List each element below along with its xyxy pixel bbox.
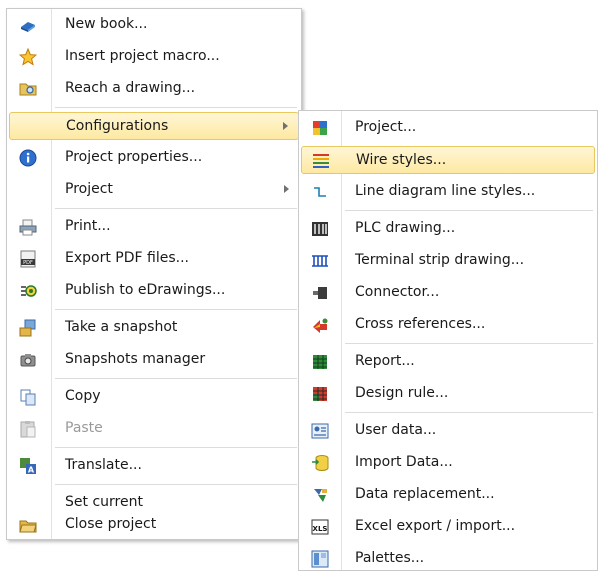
submenu-item-plc-drawing[interactable]: PLC drawing... [301,215,595,243]
menu-item-insert-project-macro[interactable]: Insert project macro... [9,43,299,71]
menu-item-paste[interactable]: Paste [9,415,299,443]
menu-item-take-snapshot[interactable]: Take a snapshot [9,314,299,342]
blue-book-icon [19,16,37,34]
menu-item-close-project[interactable]: Close project [9,511,299,539]
close-project-icon [19,516,37,534]
submenu-item-project[interactable]: Project... [301,114,595,142]
svg-text:A: A [28,466,35,475]
menu-item-project-properties[interactable]: Project properties... [9,144,299,172]
palettes-icon [311,550,329,568]
info-icon [19,149,37,167]
terminal-strip-icon [311,252,329,270]
menu-separator [55,309,297,310]
copy-icon [19,388,37,406]
paste-icon [19,420,37,438]
pdf-icon: PDF [19,250,37,268]
translate-icon: A [19,457,37,475]
submenu-item-connector[interactable]: Connector... [301,279,595,307]
user-data-icon [311,422,329,440]
edrawings-icon [19,282,37,300]
menu-item-new-book[interactable]: New book... [9,11,299,39]
menu-separator [55,208,297,209]
report-table-icon [311,353,329,371]
star-icon [18,47,38,66]
svg-text:XLS: XLS [313,525,328,533]
submenu-item-data-replacement[interactable]: Data replacement... [301,481,595,509]
menu-separator [345,210,593,211]
excel-icon: XLS [311,518,329,536]
data-replacement-icon [311,486,329,504]
cross-references-icon [311,316,329,334]
menu-separator [55,107,297,108]
menu-separator [55,378,297,379]
menu-separator [345,412,593,413]
menu-item-project[interactable]: Project [9,176,299,204]
menu-item-configurations[interactable]: Configurations [9,112,299,140]
menu-separator [55,447,297,448]
camera-icon [19,351,37,369]
design-rule-icon [311,385,329,403]
menu-separator [345,343,593,344]
menu-separator [55,484,297,485]
svg-text:PDF: PDF [23,260,33,266]
project-cube-icon [311,119,329,137]
submenu-item-terminal-strip-drawing[interactable]: Terminal strip drawing... [301,247,595,275]
submenu-item-excel-export-import[interactable]: XLS Excel export / import... [301,513,595,541]
connector-icon [311,284,329,302]
submenu-arrow-icon [284,185,289,193]
submenu-item-user-data[interactable]: User data... [301,417,595,445]
context-menu: New book... Insert project macro... Reac… [6,8,302,540]
menu-item-print[interactable]: Print... [9,213,299,241]
submenu-item-palettes[interactable]: Palettes... [301,545,595,573]
menu-item-translate[interactable]: A Translate... [9,452,299,480]
snapshot-icon [19,319,37,337]
submenu-item-cross-references[interactable]: Cross references... [301,311,595,339]
import-data-icon [311,454,329,472]
plc-icon [311,220,329,238]
menu-item-reach-drawing[interactable]: Reach a drawing... [9,75,299,103]
submenu-item-wire-styles[interactable]: Wire styles... [301,146,595,174]
submenu-item-line-diagram-line-styles[interactable]: Line diagram line styles... [301,178,595,206]
menu-item-publish-edrawings[interactable]: Publish to eDrawings... [9,277,299,305]
wire-styles-icon [312,152,330,170]
menu-item-copy[interactable]: Copy [9,383,299,411]
menu-item-snapshots-manager[interactable]: Snapshots manager [9,346,299,374]
submenu-arrow-icon [283,122,288,130]
printer-icon [19,218,37,236]
submenu-item-design-rule[interactable]: Design rule... [301,380,595,408]
submenu-item-report[interactable]: Report... [301,348,595,376]
menu-item-export-pdf[interactable]: PDF Export PDF files... [9,245,299,273]
folder-search-icon [19,80,37,98]
submenu-item-import-data[interactable]: Import Data... [301,449,595,477]
line-style-icon [311,183,329,201]
configurations-submenu: Project... Wire styles... Line diagram l… [298,110,598,571]
